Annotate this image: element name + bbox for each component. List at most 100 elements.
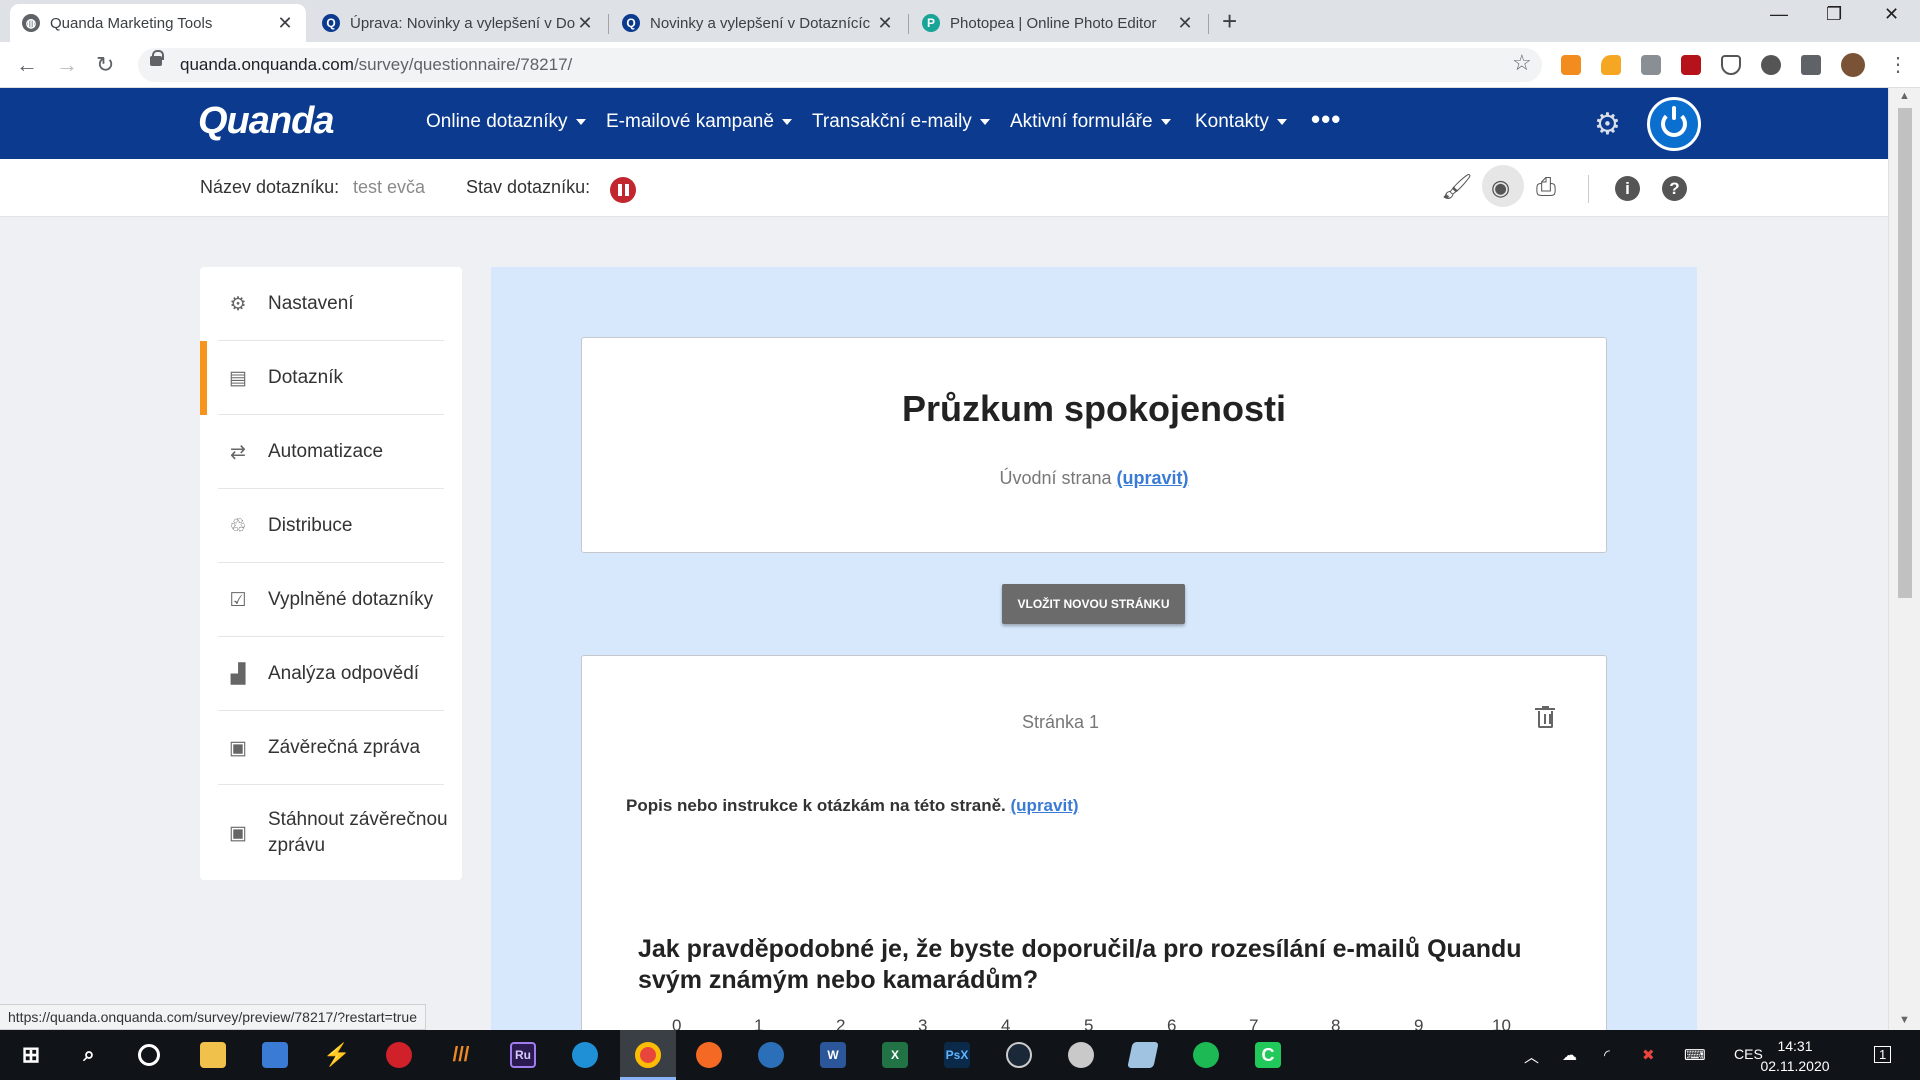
paint-icon[interactable] <box>1068 1042 1094 1068</box>
new-tab-icon[interactable]: + <box>1222 6 1237 37</box>
dropbox-icon[interactable]: ✖ <box>1642 1046 1655 1064</box>
steam-icon[interactable] <box>1006 1042 1032 1068</box>
rss-extension-icon[interactable] <box>1601 55 1621 75</box>
lock-icon[interactable] <box>150 50 164 66</box>
scroll-up-icon[interactable]: ▲ <box>1899 90 1910 102</box>
scroll-down-icon[interactable]: ▼ <box>1899 1014 1910 1026</box>
visual-studio-code-icon[interactable]: ⚡ <box>323 1042 350 1068</box>
close-tab-icon[interactable]: ✕ <box>1176 13 1194 34</box>
onedrive-icon[interactable]: ☁ <box>1562 1046 1577 1064</box>
browser-tab-uprava[interactable]: Q Úprava: Novinky a vylepšení v Do ✕ <box>310 4 606 42</box>
bookmark-star-icon[interactable]: ☆ <box>1512 50 1532 76</box>
browser-tab-photopea[interactable]: P Photopea | Online Photo Editor ✕ <box>910 4 1206 42</box>
insert-new-page-button[interactable]: VLOŽIT NOVOU STRÁNKU <box>1002 584 1185 624</box>
browser-tab-novinky[interactable]: Q Novinky a vylepšení v Dotaznícíc ✕ <box>610 4 906 42</box>
system-clock[interactable]: 14:31 02.11.2020 <box>1760 1036 1830 1076</box>
eye-preview-icon[interactable]: ◉ <box>1491 175 1510 201</box>
close-tab-icon[interactable]: ✕ <box>576 13 594 34</box>
app-stripes-icon[interactable]: /// <box>448 1042 474 1068</box>
tab-title: Novinky a vylepšení v Dotaznícíc <box>650 14 871 32</box>
profile-avatar[interactable] <box>1841 53 1865 77</box>
address-bar[interactable]: quanda.onquanda.com/survey/questionnaire… <box>138 48 1542 82</box>
sidebar-item-distribuce[interactable]: ♲ Distribuce <box>200 489 462 563</box>
question-text[interactable]: Jak pravděpodobné je, že byste doporučil… <box>638 934 1578 997</box>
spotify-icon[interactable] <box>1193 1042 1219 1068</box>
brush-design-icon[interactable]: 🖌 <box>1441 173 1473 202</box>
creative-cloud-icon[interactable] <box>386 1042 412 1068</box>
notes-app-icon[interactable] <box>1127 1042 1159 1068</box>
tray-chevron-icon[interactable]: ︿ <box>1524 1046 1539 1067</box>
sidebar-item-nastaveni[interactable]: ⚙ Nastavení <box>200 267 462 341</box>
windows-start-icon[interactable]: ⊞ <box>18 1042 44 1068</box>
puzzle-extensions-icon[interactable] <box>1801 55 1821 75</box>
search-icon[interactable]: ⌕ <box>76 1042 102 1068</box>
sidebar-item-stahnout-zpravu[interactable]: ▣ Stáhnout závěrečnou zprávu <box>200 785 462 881</box>
caret-down-icon <box>575 118 586 125</box>
thunderbird-icon[interactable] <box>758 1042 784 1068</box>
sidebar-item-label: Vyplněné dotazníky <box>268 589 434 611</box>
minimize-icon[interactable]: — <box>1770 4 1788 25</box>
menu-kontakty[interactable]: Kontakty <box>1195 111 1287 133</box>
info-icon[interactable]: i <box>1615 176 1640 201</box>
intro-page-label: Úvodní strana <box>999 468 1112 488</box>
sidebar-item-label: Distribuce <box>268 515 353 537</box>
close-tab-icon[interactable]: ✕ <box>276 13 294 34</box>
close-window-icon[interactable]: ✕ <box>1884 4 1899 25</box>
excel-icon[interactable]: X <box>882 1042 908 1068</box>
word-icon[interactable]: W <box>820 1042 846 1068</box>
language-indicator[interactable]: CES <box>1734 1046 1763 1062</box>
reload-icon[interactable]: ↻ <box>96 52 114 78</box>
sidebar-item-automatizace[interactable]: ⇄ Automatizace <box>200 415 462 489</box>
power-logout-icon[interactable] <box>1647 97 1701 151</box>
menu-online-dotazniky[interactable]: Online dotazníky <box>426 111 586 133</box>
pause-status-icon[interactable] <box>610 177 636 203</box>
print-icon[interactable]: ⎙ <box>1536 173 1556 202</box>
browser-tab-quanda[interactable]: ◍ Quanda Marketing Tools ✕ <box>10 4 306 42</box>
tab-separator <box>1208 14 1209 34</box>
sidebar-item-zaverecna-zprava[interactable]: ▣ Závěrečná zpráva <box>200 711 462 785</box>
notification-center-icon[interactable]: 1 <box>1874 1046 1892 1063</box>
close-tab-icon[interactable]: ✕ <box>876 13 894 34</box>
settings-gear-icon[interactable]: ⚙ <box>1594 107 1621 142</box>
forward-icon[interactable]: → <box>56 52 78 78</box>
restore-icon[interactable]: ❐ <box>1826 4 1842 25</box>
more-menu-icon[interactable]: ••• <box>1311 104 1341 135</box>
caret-down-icon <box>781 118 792 125</box>
pocket-extension-icon[interactable] <box>1721 55 1741 75</box>
analytics-extension-icon[interactable] <box>1561 55 1581 75</box>
quanda-logo[interactable]: Quanda <box>198 100 334 143</box>
sidebar-item-analyza-odpovedi[interactable]: ▟ Analýza odpovědí <box>200 637 462 711</box>
file-explorer-icon[interactable] <box>200 1042 226 1068</box>
back-icon[interactable]: ← <box>16 52 38 78</box>
page-scrollbar[interactable]: ▲ ▼ <box>1888 88 1920 1030</box>
camtasia-icon[interactable]: C <box>1255 1042 1281 1068</box>
menu-emailove-kampane[interactable]: E-mailové kampaně <box>606 111 792 133</box>
cortana-icon[interactable] <box>138 1044 160 1066</box>
keyboard-icon[interactable]: ⌨ <box>1684 1046 1706 1064</box>
photoshop-express-icon[interactable]: PsX <box>944 1042 970 1068</box>
document-icon: ▤ <box>229 367 247 389</box>
scroll-thumb[interactable] <box>1898 108 1912 598</box>
intro-page-card: Průzkum spokojenosti Úvodní strana (upra… <box>581 337 1607 553</box>
page-description: Popis nebo instrukce k otázkám na této s… <box>626 796 1079 816</box>
pdf-extension-icon[interactable] <box>1681 55 1701 75</box>
quanda-favicon-icon: Q <box>322 14 340 32</box>
trash-icon[interactable] <box>1535 706 1555 728</box>
edit-page-description-link[interactable]: (upravit) <box>1011 796 1079 815</box>
browser-menu-icon[interactable]: ⋮ <box>1888 52 1908 77</box>
edge-icon[interactable] <box>572 1042 598 1068</box>
premiere-rush-icon[interactable]: Ru <box>510 1042 536 1068</box>
help-icon[interactable]: ? <box>1662 176 1687 201</box>
dark-mode-extension-icon[interactable] <box>1761 55 1781 75</box>
sidebar-item-vyplnene-dotazniky[interactable]: ☑ Vyplněné dotazníky <box>200 563 462 637</box>
survey-title: Průzkum spokojenosti <box>901 388 1287 429</box>
wifi-icon[interactable]: ◜ <box>1604 1046 1610 1064</box>
chrome-icon[interactable] <box>635 1042 661 1068</box>
menu-aktivni-formulare[interactable]: Aktivní formuláře <box>1010 111 1171 133</box>
store-icon[interactable] <box>262 1042 288 1068</box>
edit-intro-link[interactable]: (upravit) <box>1117 468 1189 488</box>
menu-transakcni-emaily[interactable]: Transakční e-maily <box>812 111 990 133</box>
firefox-icon[interactable] <box>696 1042 722 1068</box>
sidebar-item-dotaznik[interactable]: ▤ Dotazník <box>200 341 462 415</box>
camera-extension-icon[interactable] <box>1641 55 1661 75</box>
